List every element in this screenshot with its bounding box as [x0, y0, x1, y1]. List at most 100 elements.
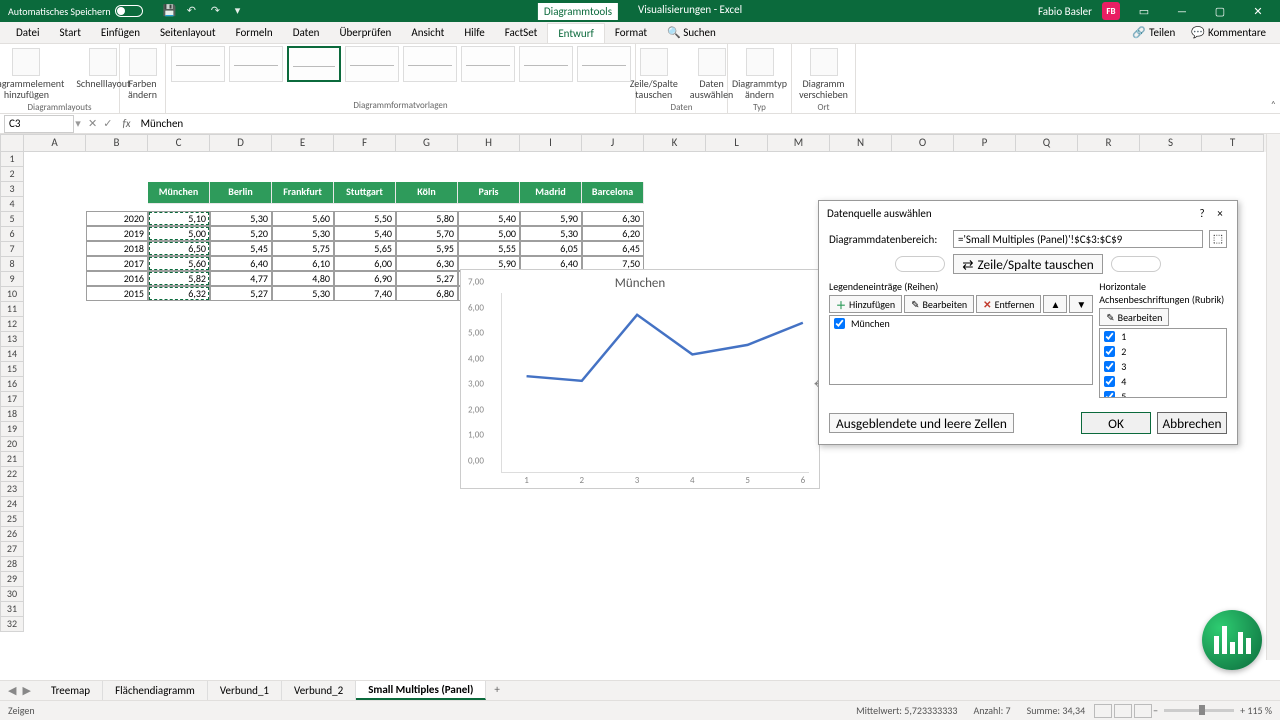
zoom-level[interactable]: + 115 %: [1240, 704, 1272, 717]
col-header[interactable]: F: [334, 134, 396, 152]
cell[interactable]: 5,60: [148, 256, 210, 271]
collapse-ribbon-icon[interactable]: ˄: [1271, 98, 1276, 111]
cell[interactable]: 7,40: [334, 286, 396, 301]
cell[interactable]: 5,50: [334, 211, 396, 226]
cell[interactable]: 4,80: [272, 271, 334, 286]
cell[interactable]: 5,65: [334, 241, 396, 256]
cell[interactable]: 5,95: [396, 241, 458, 256]
row-header[interactable]: 32: [0, 617, 24, 632]
chart-style-thumb[interactable]: [403, 46, 457, 82]
chart-plot-area[interactable]: 0,00 1,00 2,00 3,00 4,00 5,00 6,00 7,00 …: [501, 293, 809, 473]
sheet-tab[interactable]: Flächendiagramm: [103, 681, 208, 700]
cell[interactable]: 5,00: [458, 226, 520, 241]
cell[interactable]: 5,30: [210, 211, 272, 226]
list-item[interactable]: München: [830, 316, 1092, 331]
change-chart-type-button[interactable]: Diagrammtyp ändern: [728, 46, 791, 102]
col-header[interactable]: L: [706, 134, 768, 152]
menu-search[interactable]: 🔍 Suchen: [657, 23, 726, 42]
cell[interactable]: 5,80: [396, 211, 458, 226]
row-header[interactable]: 18: [0, 407, 24, 422]
legend-move-up-button[interactable]: ▲: [1043, 295, 1067, 313]
switch-row-column-button[interactable]: ⇄ Zeile/Spalte tauschen: [953, 254, 1102, 274]
menu-ansicht[interactable]: Ansicht: [401, 23, 454, 42]
comments-button[interactable]: 💬 Kommentare: [1183, 23, 1274, 42]
list-item[interactable]: 1: [1100, 329, 1226, 344]
row-header[interactable]: 6: [0, 227, 24, 242]
cell[interactable]: 5,30: [520, 226, 582, 241]
page-break-view-icon[interactable]: [1134, 704, 1152, 718]
cell[interactable]: 2018: [86, 241, 148, 256]
sheet-tab-active[interactable]: Small Multiples (Panel): [356, 681, 486, 700]
row-header[interactable]: 29: [0, 572, 24, 587]
cell[interactable]: 6,30: [396, 256, 458, 271]
user-name[interactable]: Fabio Basler: [1038, 5, 1092, 18]
row-header[interactable]: 9: [0, 272, 24, 287]
vertical-scrollbar[interactable]: [1266, 134, 1280, 660]
chart-data-range-input[interactable]: [953, 230, 1203, 248]
chart-style-thumb[interactable]: [171, 46, 225, 82]
list-item[interactable]: 5: [1100, 389, 1226, 398]
col-header[interactable]: O: [892, 134, 954, 152]
cell[interactable]: 5,70: [396, 226, 458, 241]
menu-factset[interactable]: FactSet: [495, 23, 548, 42]
col-header[interactable]: S: [1140, 134, 1202, 152]
cell[interactable]: 2017: [86, 256, 148, 271]
list-item[interactable]: 3: [1100, 359, 1226, 374]
chart-title[interactable]: München: [461, 270, 819, 293]
cell[interactable]: München: [148, 182, 210, 204]
col-header[interactable]: P: [954, 134, 1016, 152]
row-header[interactable]: 10: [0, 287, 24, 302]
switch-row-col-button[interactable]: Zeile/Spalte tauschen: [626, 46, 682, 102]
cell[interactable]: Barcelona: [582, 182, 644, 204]
range-selector-icon[interactable]: ⬚: [1209, 230, 1227, 248]
cell[interactable]: 2016: [86, 271, 148, 286]
sheet-tab[interactable]: Verbund_2: [282, 681, 356, 700]
formula-bar[interactable]: München: [135, 117, 1280, 130]
save-icon[interactable]: 💾: [163, 4, 177, 18]
col-header[interactable]: Q: [1016, 134, 1078, 152]
page-layout-view-icon[interactable]: [1114, 704, 1132, 718]
sheet-tab[interactable]: Treemap: [39, 681, 103, 700]
tab-prev-icon[interactable]: ◀: [8, 684, 16, 697]
redo-icon[interactable]: ↷: [211, 4, 225, 18]
cell[interactable]: 6,32: [148, 286, 210, 301]
fx-icon[interactable]: fx: [118, 117, 134, 130]
col-header[interactable]: K: [644, 134, 706, 152]
chart-style-thumb[interactable]: [345, 46, 399, 82]
undo-icon[interactable]: ↶: [187, 4, 201, 18]
menu-format[interactable]: Format: [605, 23, 657, 42]
chart-style-thumb[interactable]: [229, 46, 283, 82]
ok-button[interactable]: OK: [1081, 412, 1151, 434]
cell[interactable]: 2015: [86, 286, 148, 301]
axis-checkbox[interactable]: [1104, 391, 1115, 398]
row-header[interactable]: 15: [0, 362, 24, 377]
chart-styles-gallery[interactable]: [171, 46, 631, 82]
cell[interactable]: 6,80: [396, 286, 458, 301]
row-header[interactable]: 14: [0, 347, 24, 362]
col-header[interactable]: C: [148, 134, 210, 152]
row-header[interactable]: 8: [0, 257, 24, 272]
change-colors-button[interactable]: Farben ändern: [124, 46, 161, 102]
row-header[interactable]: 11: [0, 302, 24, 317]
chart-line-series[interactable]: [502, 293, 809, 600]
chart-style-thumb[interactable]: [461, 46, 515, 82]
chart-fab-icon[interactable]: [1202, 610, 1262, 670]
menu-hilfe[interactable]: Hilfe: [454, 23, 494, 42]
cell[interactable]: 6,30: [582, 211, 644, 226]
cell[interactable]: Köln: [396, 182, 458, 204]
legend-edit-button[interactable]: ✎ Bearbeiten: [904, 295, 974, 313]
close-icon[interactable]: ✕: [1244, 5, 1272, 18]
cell[interactable]: 5,82: [148, 271, 210, 286]
select-all-corner[interactable]: [0, 134, 24, 152]
cell[interactable]: 5,55: [458, 241, 520, 256]
user-avatar[interactable]: FB: [1102, 2, 1120, 20]
cell[interactable]: 6,45: [582, 241, 644, 256]
tab-next-icon[interactable]: ▶: [22, 684, 30, 697]
cell[interactable]: 6,10: [272, 256, 334, 271]
menu-datei[interactable]: Datei: [6, 23, 50, 42]
cell[interactable]: 6,20: [582, 226, 644, 241]
chart-object[interactable]: München 0,00 1,00 2,00 3,00 4,00 5,00 6,…: [460, 269, 820, 489]
col-header[interactable]: R: [1078, 134, 1140, 152]
chart-style-thumb[interactable]: [287, 46, 341, 82]
minimize-icon[interactable]: —: [1168, 5, 1196, 18]
